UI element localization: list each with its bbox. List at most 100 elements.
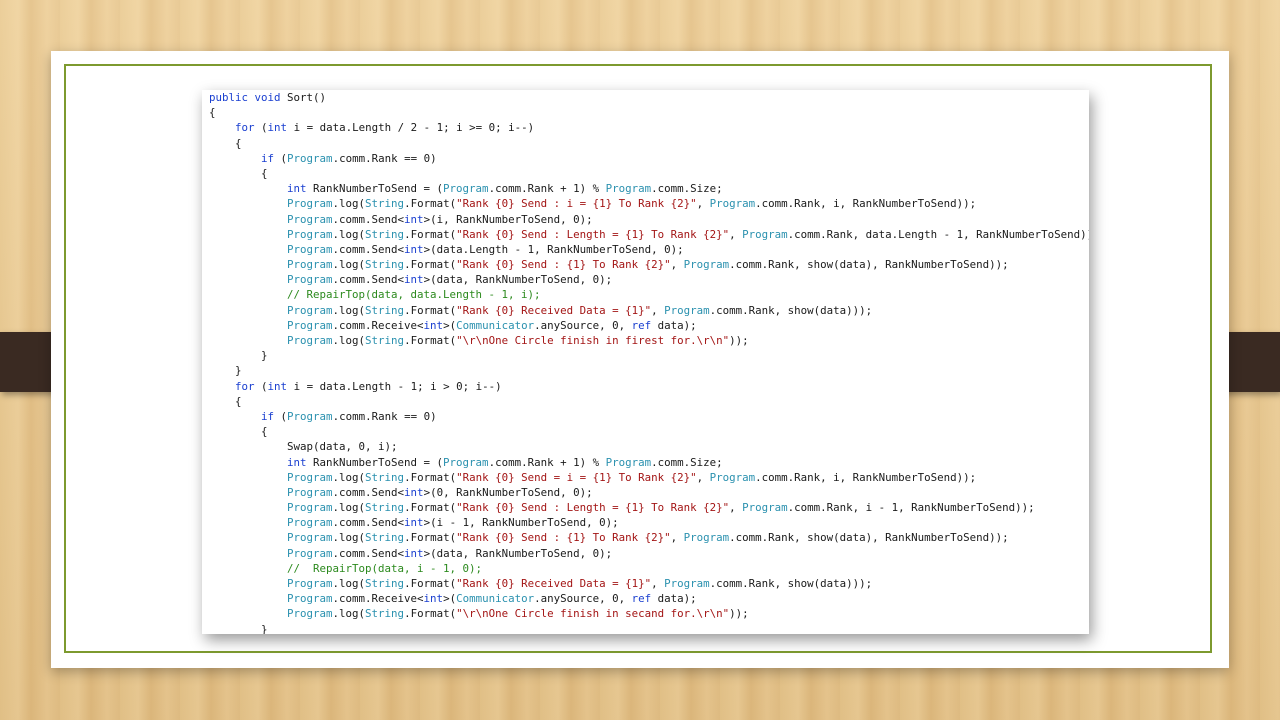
code-token: { <box>209 166 268 180</box>
code-token: .Format( <box>404 531 457 545</box>
code-token: Program <box>709 470 756 484</box>
code-token: String <box>365 531 405 545</box>
code-token: .comm.Rank, i, RankNumberToSend)); <box>755 470 977 484</box>
code-token: "Rank {0} Send : Length = {1} To Rank {2… <box>456 501 730 515</box>
code-token: data); <box>651 592 697 606</box>
code-token: ( <box>274 409 288 423</box>
code-token: Program <box>287 470 333 484</box>
code-token: >( <box>443 592 457 606</box>
code-token: { <box>209 425 268 439</box>
code-token: int <box>404 516 424 530</box>
code-line: Program.comm.Send<int>(i - 1, RankNumber… <box>209 515 1089 530</box>
code-token: Program <box>287 607 333 621</box>
code-block: public void Sort(){ for (int i = data.Le… <box>209 90 1089 634</box>
code-token: .Format( <box>404 258 457 272</box>
code-token: .comm.Rank + 1) % <box>488 182 606 196</box>
code-token: Program <box>287 318 333 332</box>
code-token: .log( <box>332 470 366 484</box>
code-token: .comm.Rank, show(data), RankNumberToSend… <box>729 531 1009 545</box>
code-line: for (int i = data.Length - 1; i > 0; i--… <box>209 379 1089 394</box>
code-token: } <box>209 364 242 378</box>
code-token: .comm.Send< <box>332 212 405 226</box>
code-token: .log( <box>332 607 366 621</box>
code-token: if <box>261 151 275 165</box>
code-line: Program.log(String.Format("Rank {0} Send… <box>209 257 1089 272</box>
code-token: "Rank {0} Send = i = {1} To Rank {2}" <box>456 470 697 484</box>
code-token: .Format( <box>404 607 457 621</box>
code-token: void <box>254 91 281 104</box>
code-token: Program <box>664 577 710 590</box>
code-line: Program.log(String.Format("Rank {0} Send… <box>209 196 1089 211</box>
code-token: Program <box>443 455 489 469</box>
code-token: .comm.Size; <box>651 182 723 196</box>
code-token: .comm.Rank, i, RankNumberToSend)); <box>755 197 977 211</box>
code-token: "\r\nOne Circle finish in secand for.\r\… <box>456 607 730 621</box>
code-token: Program <box>287 151 333 165</box>
code-token: } <box>209 349 268 363</box>
code-token: Program <box>287 334 333 347</box>
code-line: } <box>209 622 1089 634</box>
code-token: , <box>696 470 710 484</box>
code-token: Program <box>287 197 333 211</box>
code-token: .comm.Send< <box>332 546 405 560</box>
code-token: "Rank {0} Send : {1} To Rank {2}" <box>456 531 671 545</box>
code-token: int <box>404 546 424 560</box>
code-token: Communicator <box>456 318 535 332</box>
code-token: .comm.Send< <box>332 485 405 499</box>
code-token: Sort() <box>280 91 327 104</box>
code-token: .Format( <box>404 501 457 515</box>
code-token: int <box>267 379 288 393</box>
code-token: .log( <box>332 531 366 545</box>
code-token: Program <box>287 273 333 287</box>
code-line: } <box>209 363 1089 378</box>
code-token: , <box>670 258 684 272</box>
code-token: Program <box>287 212 333 226</box>
code-token: , <box>651 577 665 590</box>
code-token: Program <box>605 455 652 469</box>
code-token: .comm.Rank, show(data))); <box>709 303 873 317</box>
code-line: Program.log(String.Format("Rank {0} Send… <box>209 500 1089 515</box>
code-line: Program.comm.Receive<int>(Communicator.a… <box>209 591 1089 606</box>
code-line: for (int i = data.Length / 2 - 1; i >= 0… <box>209 120 1089 135</box>
code-token: String <box>365 197 405 211</box>
code-token: .log( <box>332 577 366 590</box>
code-line: } <box>209 348 1089 363</box>
code-token: } <box>209 622 268 634</box>
code-token: Program <box>287 516 333 530</box>
code-line: { <box>209 105 1089 120</box>
code-token: .Format( <box>404 227 457 241</box>
code-token: Program <box>664 303 710 317</box>
code-token: int <box>404 212 424 226</box>
code-token: ( <box>274 151 288 165</box>
code-token: "Rank {0} Received Data = {1}" <box>456 577 652 590</box>
code-token: Swap(data, 0, i); <box>209 440 398 454</box>
code-token: String <box>365 334 405 347</box>
code-line: // RepairTop(data, data.Length - 1, i); <box>209 287 1089 302</box>
code-line: Program.log(String.Format("Rank {0} Send… <box>209 227 1089 242</box>
code-screenshot: public void Sort(){ for (int i = data.Le… <box>202 90 1089 634</box>
code-token: .comm.Rank, show(data), RankNumberToSend… <box>729 258 1009 272</box>
code-token: Program <box>287 242 333 256</box>
code-token: Program <box>287 409 333 423</box>
code-line: Program.log(String.Format("Rank {0} Send… <box>209 470 1089 485</box>
code-token: .comm.Receive< <box>332 592 424 606</box>
code-token: int <box>287 182 307 196</box>
code-token: .Format( <box>404 303 457 317</box>
code-line: public void Sort() <box>209 90 1089 105</box>
code-token: // RepairTop(data, i - 1, 0); <box>287 561 483 575</box>
code-token: Program <box>287 485 333 499</box>
code-token: .comm.Receive< <box>332 318 424 332</box>
